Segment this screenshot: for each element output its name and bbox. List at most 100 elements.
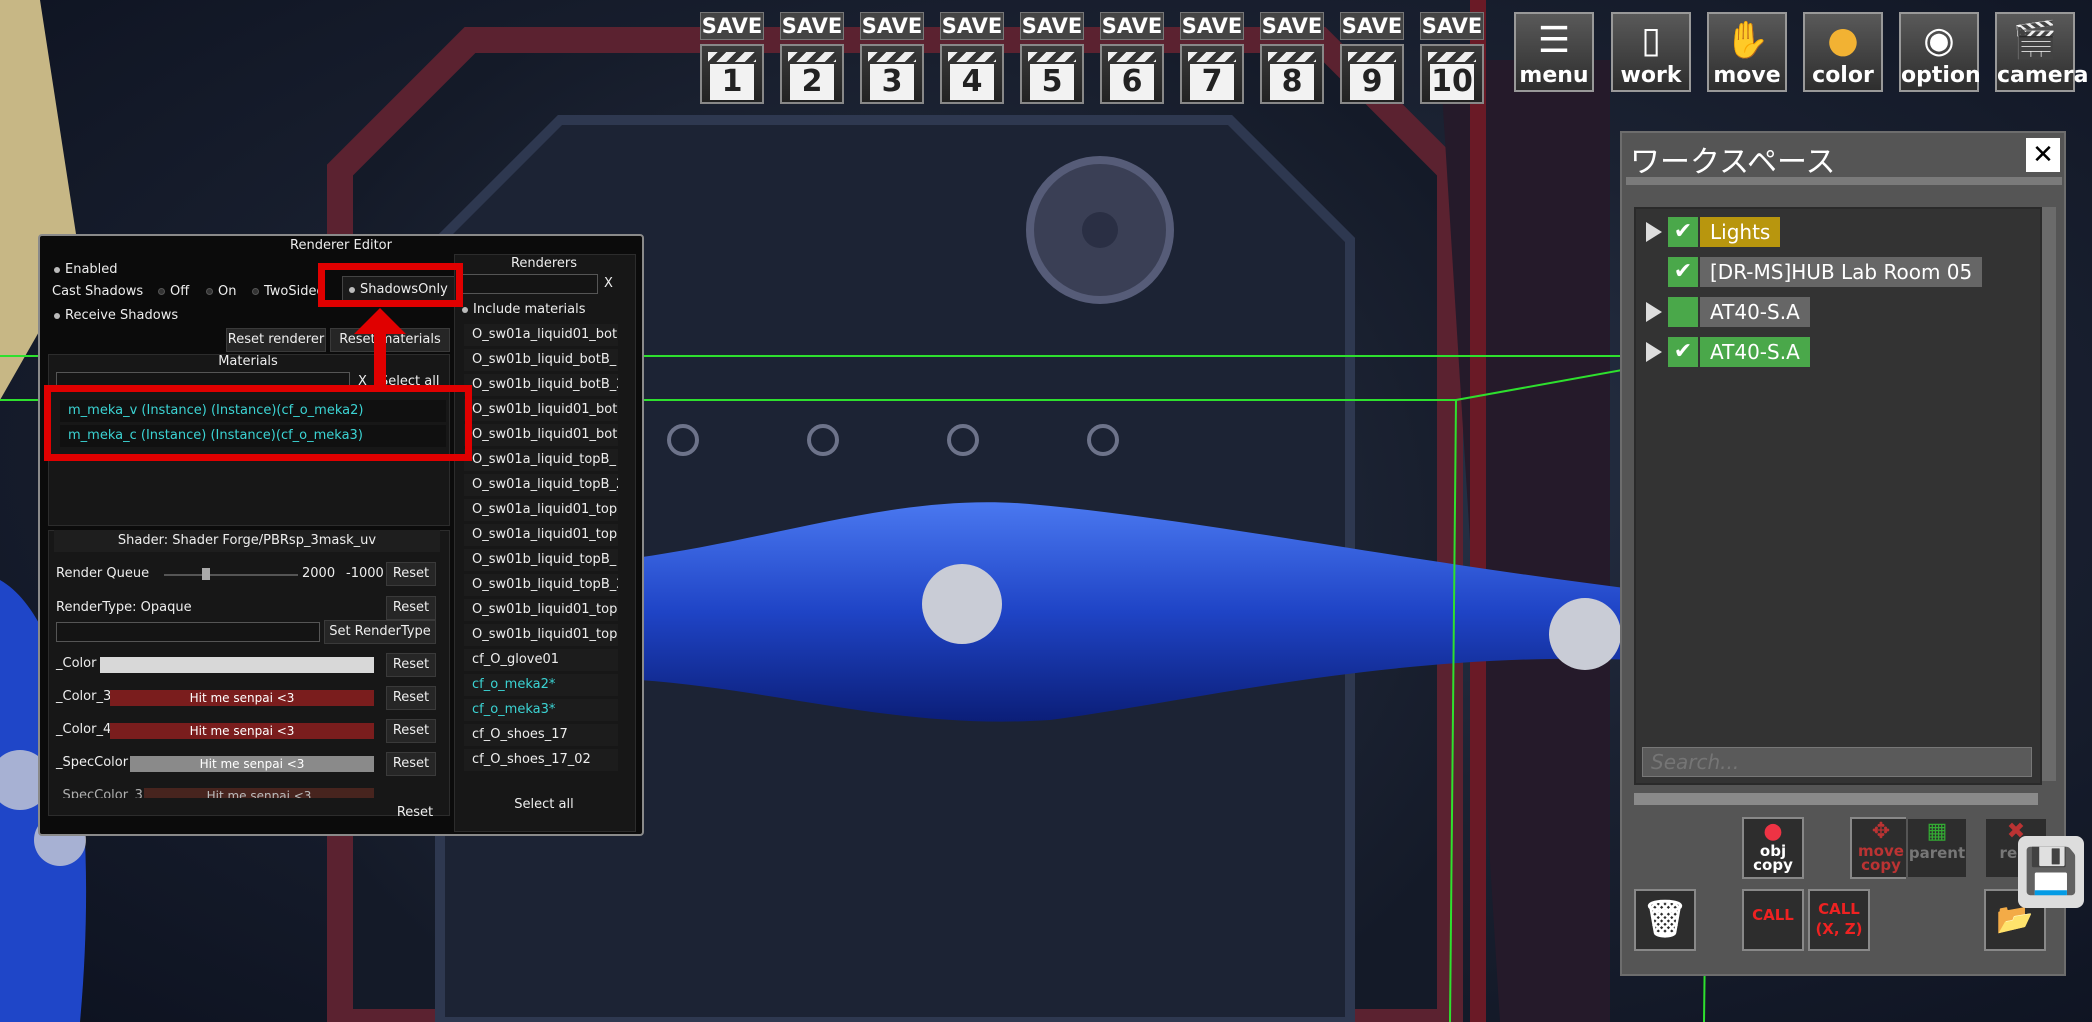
render-queue-slider-track[interactable]: [164, 574, 298, 576]
hand-icon: ✋: [1724, 20, 1770, 61]
renderer-item[interactable]: O_sw01b_liquid01_botF: [464, 424, 618, 446]
palette-icon: ●: [1827, 20, 1859, 61]
reset-renderer-button[interactable]: Reset renderer: [226, 328, 326, 352]
render-type-input[interactable]: [56, 622, 320, 642]
radio-dot-icon: [54, 312, 60, 319]
color-reset-button[interactable]: Reset: [386, 752, 436, 776]
parent-button[interactable]: ▦ parent: [1906, 817, 1968, 879]
shadow-option-twosided[interactable]: TwoSided: [252, 284, 324, 299]
slot-number: 1: [710, 64, 754, 100]
save-slot-10[interactable]: SAVE 10: [1420, 12, 1484, 104]
save-slot-7[interactable]: SAVE 7: [1180, 12, 1244, 104]
tree-node-room[interactable]: ✔ [DR-MS]HUB Lab Room 05: [1644, 257, 2024, 287]
camera-button-label: camera: [1997, 63, 2089, 88]
render-queue-reset-button[interactable]: Reset: [386, 562, 436, 586]
expand-triangle-icon[interactable]: [1646, 222, 1662, 242]
renderer-item[interactable]: O_sw01b_liquid_botB_: [464, 349, 618, 371]
render-queue-value[interactable]: 2000: [302, 566, 335, 581]
renderer-item[interactable]: O_sw01a_liquid01_topF: [464, 524, 618, 546]
close-icon[interactable]: ✕: [2026, 138, 2060, 172]
renderer-item-selected[interactable]: cf_o_meka2*: [464, 674, 618, 696]
save-label: SAVE: [1100, 12, 1164, 40]
call-xz-button[interactable]: CALL (X, Z): [1808, 889, 1870, 951]
renderer-item[interactable]: cf_O_shoes_17_02: [464, 749, 618, 771]
renderer-item[interactable]: O_sw01a_liquid01_botF: [464, 324, 618, 346]
expand-triangle-icon[interactable]: [1646, 342, 1662, 362]
title-divider: [1626, 177, 2062, 185]
color-reset-button[interactable]: Reset: [386, 653, 436, 677]
color-swatch[interactable]: Hit me senpai <3: [110, 690, 374, 706]
render-queue-offset[interactable]: -1000: [346, 566, 384, 581]
renderers-select-all-button[interactable]: Select all: [460, 794, 628, 816]
shadow-option-on[interactable]: On: [206, 284, 236, 299]
call-button[interactable]: CALL: [1742, 889, 1804, 951]
option-button[interactable]: ◉ option: [1899, 12, 1981, 92]
save-slot-2[interactable]: SAVE 2: [780, 12, 844, 104]
shadow-option-off[interactable]: Off: [158, 284, 189, 299]
obj-copy-button[interactable]: ● obj copy: [1742, 817, 1804, 879]
checkmark-icon[interactable]: ✔: [1668, 217, 1698, 247]
color-swatch[interactable]: Hit me senpai <3: [144, 788, 374, 798]
render-queue-slider-handle[interactable]: [202, 568, 210, 580]
radio-dot-icon: [206, 288, 213, 295]
color-swatch[interactable]: Hit me senpai <3: [130, 756, 374, 772]
enabled-checkbox[interactable]: Enabled: [54, 262, 118, 277]
work-button[interactable]: ▯ work: [1611, 12, 1691, 92]
renderer-item[interactable]: cf_O_shoes_17: [464, 724, 618, 746]
renderer-item[interactable]: O_sw01b_liquid01_botF: [464, 399, 618, 421]
checkmark-icon[interactable]: ✔: [1668, 257, 1698, 287]
clapperboard-icon: 2: [780, 44, 844, 104]
color-swatch[interactable]: [100, 657, 374, 673]
save-slot-1[interactable]: SAVE 1: [700, 12, 764, 104]
tree-node-lights[interactable]: ✔ Lights: [1644, 217, 2024, 247]
renderer-item[interactable]: O_sw01b_liquid_botB_2: [464, 374, 618, 396]
color-button[interactable]: ● color: [1803, 12, 1883, 92]
renderer-item[interactable]: cf_O_glove01: [464, 649, 618, 671]
renderer-item[interactable]: O_sw01b_liquid_topB_2: [464, 574, 618, 596]
panel-divider: [1634, 793, 2038, 805]
expand-triangle-icon[interactable]: [1646, 302, 1662, 322]
renderer-item[interactable]: O_sw01b_liquid01_topF: [464, 599, 618, 621]
renderers-filter-input[interactable]: [460, 274, 598, 294]
move-button[interactable]: ✋ move: [1707, 12, 1787, 92]
include-materials-checkbox[interactable]: Include materials: [462, 302, 586, 317]
clapperboard-icon: 8: [1260, 44, 1324, 104]
receive-shadows-checkbox[interactable]: Receive Shadows: [54, 308, 178, 323]
color-reset-button[interactable]: Reset: [386, 686, 436, 710]
save-slot-5[interactable]: SAVE 5: [1020, 12, 1084, 104]
renderer-item[interactable]: O_sw01b_liquid_topB_: [464, 549, 618, 571]
renderer-item-selected[interactable]: cf_o_meka3*: [464, 699, 618, 721]
set-render-type-button[interactable]: Set RenderType: [324, 620, 436, 644]
renderer-item[interactable]: O_sw01a_liquid_topB_: [464, 449, 618, 471]
floppy-disk-icon[interactable]: 💾: [2018, 836, 2084, 908]
color-swatch[interactable]: Hit me senpai <3: [110, 723, 374, 739]
workspace-panel[interactable]: ワークスペース ✕ ✔ Lights ✔ [DR-MS]HUB Lab Room…: [1620, 131, 2066, 976]
color-reset-button[interactable]: Reset: [386, 719, 436, 743]
tree-node-at40-a[interactable]: AT40-S.A: [1644, 297, 2024, 327]
slot-number: 2: [790, 64, 834, 100]
renderer-item[interactable]: O_sw01b_liquid01_topF: [464, 624, 618, 646]
render-type-reset-button[interactable]: Reset: [386, 596, 436, 620]
save-slot-8[interactable]: SAVE 8: [1260, 12, 1324, 104]
camera-button[interactable]: 🎬 camera: [1995, 12, 2089, 92]
tree-node-at40-b-selected[interactable]: ✔ AT40-S.A: [1644, 337, 2024, 367]
menu-button[interactable]: ☰ menu: [1514, 12, 1594, 92]
tree-scrollbar[interactable]: [2042, 207, 2056, 781]
checkmark-icon[interactable]: ✔: [1668, 337, 1698, 367]
renderers-clear-button[interactable]: X: [604, 276, 613, 291]
save-slot-6[interactable]: SAVE 6: [1100, 12, 1164, 104]
checkbox-empty-icon[interactable]: [1668, 297, 1698, 327]
reset-all-button[interactable]: Reset: [390, 802, 440, 824]
color-button-label: color: [1812, 63, 1874, 88]
move-copy-button[interactable]: ✥ move copy: [1850, 817, 1912, 879]
save-slot-9[interactable]: SAVE 9: [1340, 12, 1404, 104]
object-tree[interactable]: [1634, 207, 2042, 785]
search-input[interactable]: [1642, 747, 2032, 777]
renderer-item[interactable]: O_sw01a_liquid_topB_2: [464, 474, 618, 496]
save-slot-4[interactable]: SAVE 4: [940, 12, 1004, 104]
renderer-editor-window[interactable]: Renderer Editor Enabled Cast Shadows Off…: [38, 234, 644, 836]
renderer-item[interactable]: O_sw01a_liquid01_topF: [464, 499, 618, 521]
delete-button[interactable]: 🗑: [1634, 889, 1696, 951]
save-slot-3[interactable]: SAVE 3: [860, 12, 924, 104]
clapperboard-icon: 6: [1100, 44, 1164, 104]
